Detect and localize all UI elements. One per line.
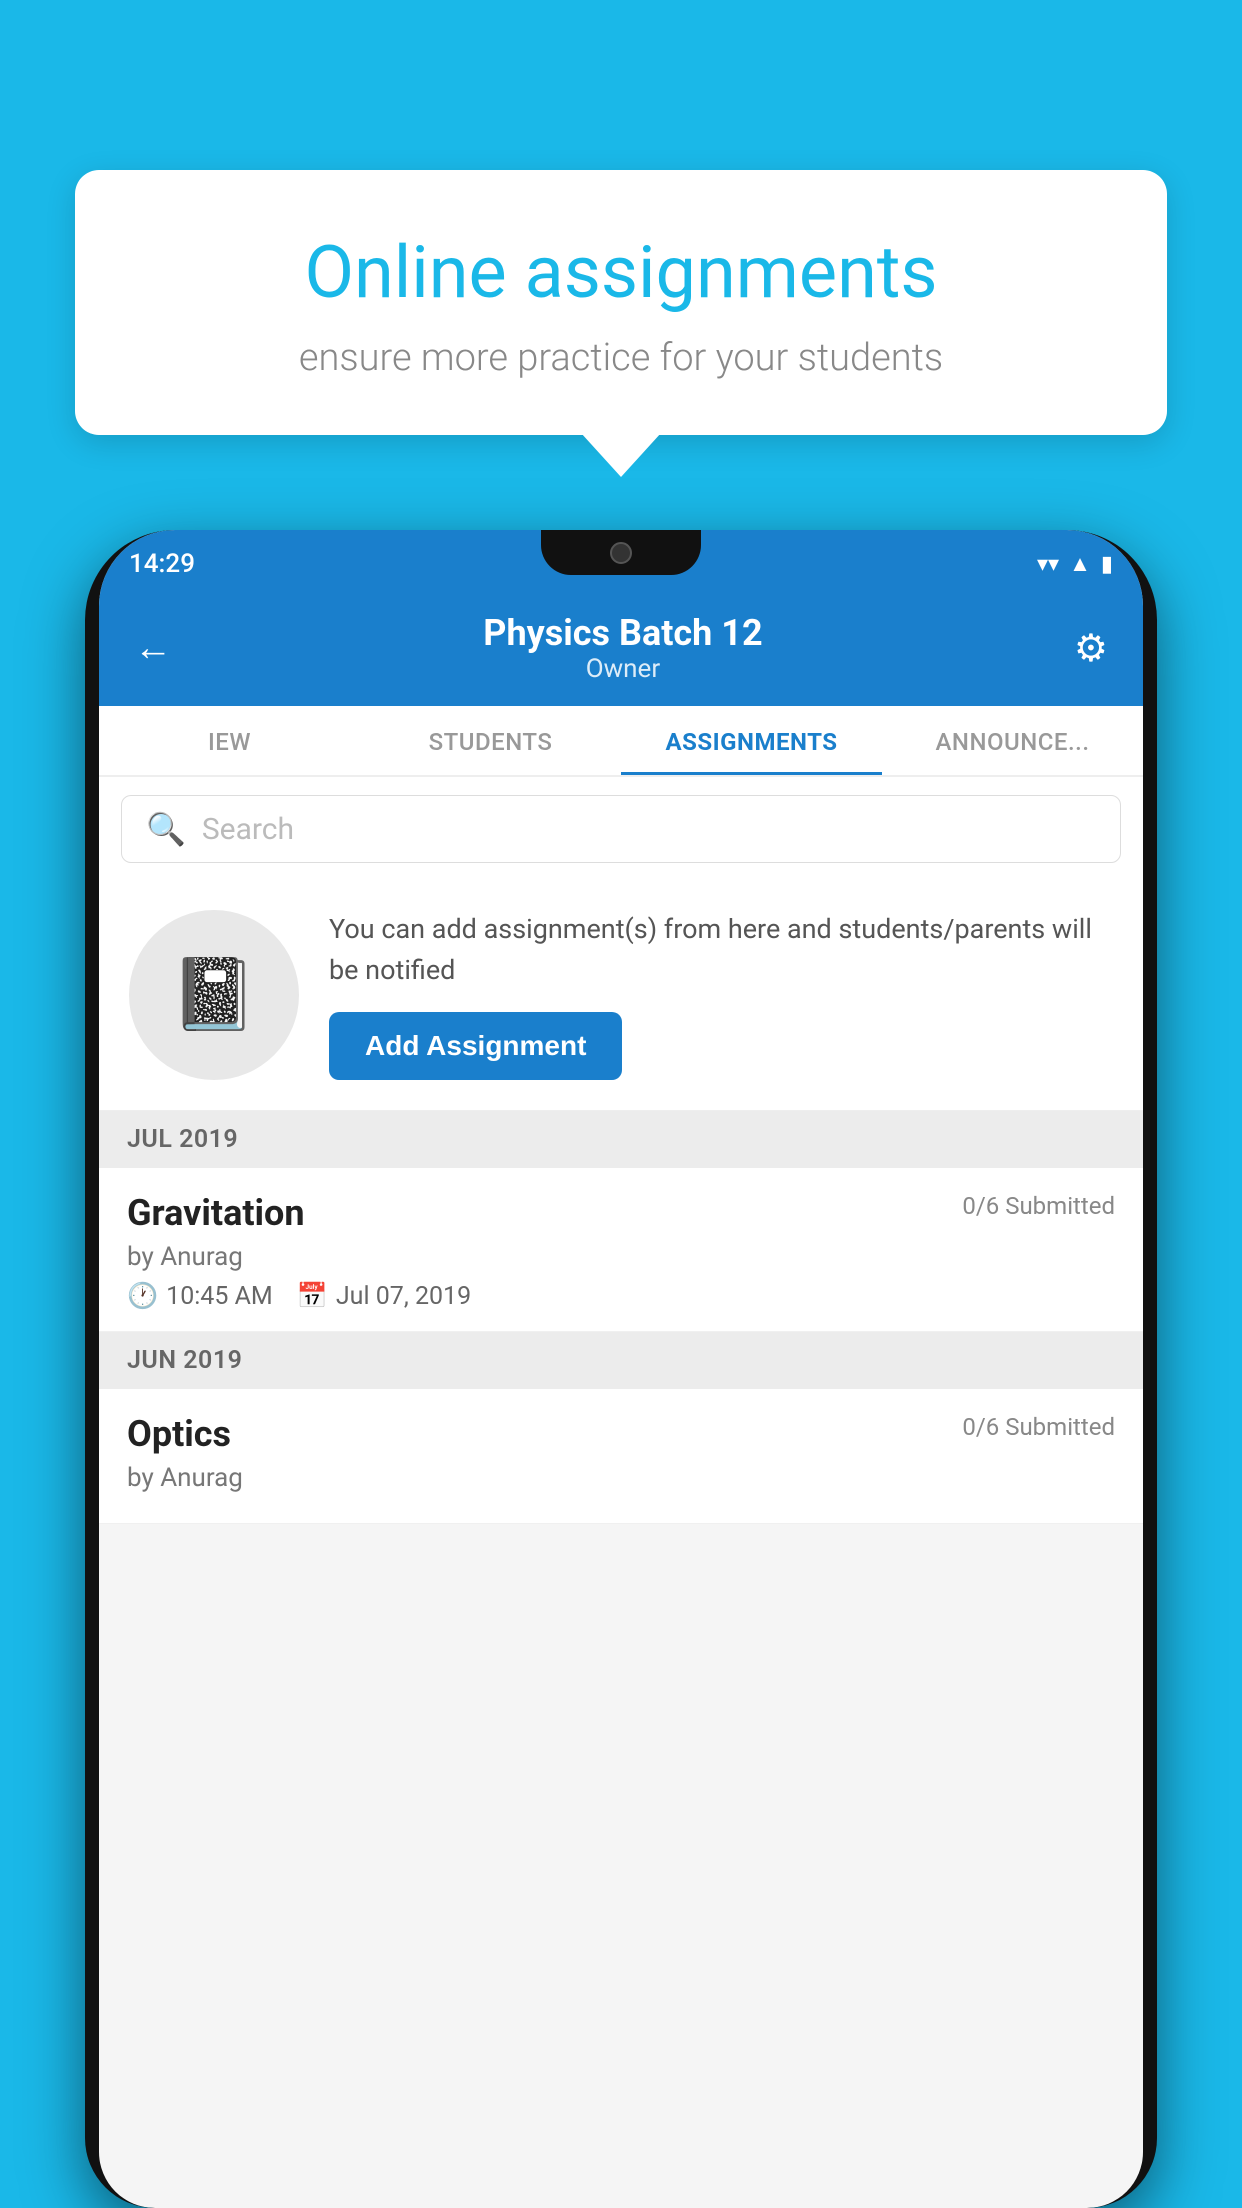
promo-icon-circle: 📓 bbox=[129, 910, 299, 1080]
batch-role: Owner bbox=[483, 654, 762, 684]
assignment-submitted-optics: 0/6 Submitted bbox=[962, 1413, 1115, 1441]
header-center: Physics Batch 12 Owner bbox=[483, 612, 762, 684]
status-time: 14:29 bbox=[129, 549, 195, 579]
assignment-date: 📅 Jul 07, 2019 bbox=[297, 1282, 471, 1311]
signal-icon: ▲ bbox=[1069, 551, 1091, 577]
promo-right: You can add assignment(s) from here and … bbox=[329, 909, 1113, 1080]
assignment-name-optics: Optics bbox=[127, 1413, 231, 1455]
battery-icon: ▮ bbox=[1101, 552, 1113, 577]
tab-assignments[interactable]: ASSIGNMENTS bbox=[621, 706, 882, 775]
assignment-row-top-optics: Optics 0/6 Submitted bbox=[127, 1413, 1115, 1455]
assignment-date-value: Jul 07, 2019 bbox=[336, 1282, 471, 1311]
assignment-submitted-gravitation: 0/6 Submitted bbox=[962, 1192, 1115, 1220]
search-icon: 🔍 bbox=[146, 810, 186, 848]
tabs-bar: IEW STUDENTS ASSIGNMENTS ANNOUNCE... bbox=[99, 706, 1143, 777]
assignment-gravitation[interactable]: Gravitation 0/6 Submitted by Anurag 🕐 10… bbox=[99, 1168, 1143, 1332]
calendar-icon: 📅 bbox=[297, 1282, 328, 1311]
tooltip-title: Online assignments bbox=[145, 230, 1097, 316]
batch-title: Physics Batch 12 bbox=[483, 612, 762, 654]
assignment-optics[interactable]: Optics 0/6 Submitted by Anurag bbox=[99, 1389, 1143, 1524]
camera-icon bbox=[610, 542, 632, 564]
clock-icon: 🕐 bbox=[127, 1282, 158, 1311]
wifi-icon: ▾▾ bbox=[1037, 552, 1059, 577]
assignment-name-gravitation: Gravitation bbox=[127, 1192, 305, 1234]
back-button[interactable]: ← bbox=[134, 626, 172, 670]
assignment-meta-gravitation: 🕐 10:45 AM 📅 Jul 07, 2019 bbox=[127, 1282, 1115, 1311]
phone-notch bbox=[541, 530, 701, 575]
settings-button[interactable]: ⚙ bbox=[1074, 626, 1108, 671]
assignment-time-value: 10:45 AM bbox=[166, 1282, 273, 1311]
tooltip-subtitle: ensure more practice for your students bbox=[145, 336, 1097, 380]
status-icons: ▾▾ ▲ ▮ bbox=[1037, 551, 1113, 577]
section-header-jun: JUN 2019 bbox=[99, 1332, 1143, 1389]
search-bar[interactable]: 🔍 Search bbox=[121, 795, 1121, 863]
search-placeholder: Search bbox=[202, 812, 294, 847]
phone-frame: 14:29 ▾▾ ▲ ▮ ← Physics Batch 12 Owner ⚙ … bbox=[85, 530, 1157, 2208]
add-assignment-button[interactable]: Add Assignment bbox=[329, 1012, 622, 1080]
assignment-row-top: Gravitation 0/6 Submitted bbox=[127, 1192, 1115, 1234]
notebook-icon: 📓 bbox=[170, 954, 257, 1036]
search-container: 🔍 Search bbox=[99, 777, 1143, 881]
assignment-by-optics: by Anurag bbox=[127, 1463, 1115, 1493]
tooltip-card: Online assignments ensure more practice … bbox=[75, 170, 1167, 435]
assignment-time: 🕐 10:45 AM bbox=[127, 1282, 273, 1311]
tab-iew[interactable]: IEW bbox=[99, 706, 360, 775]
tab-announcements[interactable]: ANNOUNCE... bbox=[882, 706, 1143, 775]
app-header: ← Physics Batch 12 Owner ⚙ bbox=[99, 590, 1143, 706]
promo-section: 📓 You can add assignment(s) from here an… bbox=[99, 881, 1143, 1111]
promo-description: You can add assignment(s) from here and … bbox=[329, 909, 1113, 990]
phone-screen: 14:29 ▾▾ ▲ ▮ ← Physics Batch 12 Owner ⚙ … bbox=[99, 530, 1143, 2208]
tab-students[interactable]: STUDENTS bbox=[360, 706, 621, 775]
section-header-jul: JUL 2019 bbox=[99, 1111, 1143, 1168]
assignment-by-gravitation: by Anurag bbox=[127, 1242, 1115, 1272]
